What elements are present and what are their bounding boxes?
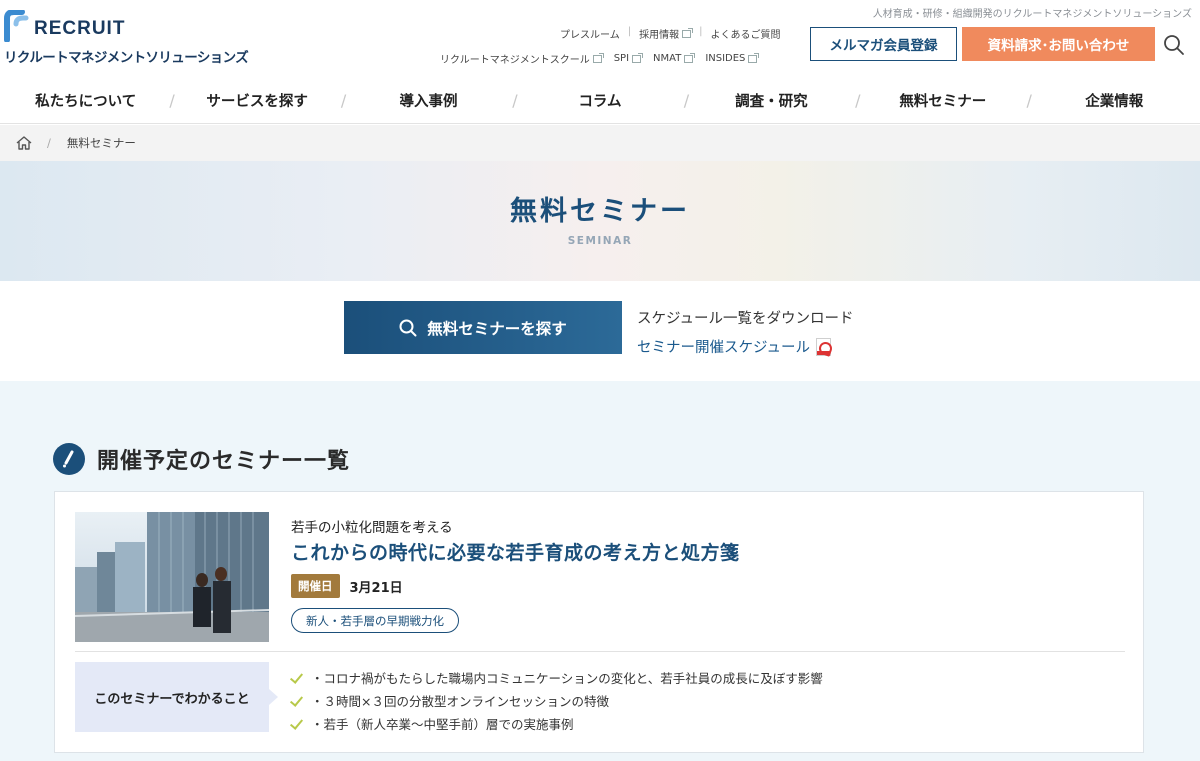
- learning-points: ・コロナ禍がもたらした職場内コミュニケーションの変化と、若手社員の成長に及ぼす影…: [289, 666, 823, 735]
- nav-item-company[interactable]: 企業情報: [1029, 90, 1200, 111]
- check-icon: [289, 716, 305, 732]
- seminar-date: 3月21日: [349, 580, 403, 596]
- util-divider: |: [627, 26, 632, 37]
- util-link-insides-label: INSIDES: [705, 53, 746, 64]
- site-header: RECRUIT リクルートマネジメントソリューションズ 人材育成・研修・組織開発…: [0, 0, 1200, 78]
- nav-item-research[interactable]: 調査・研究: [686, 90, 857, 111]
- external-link-icon: [682, 27, 694, 38]
- utility-links-secondary: リクルートマネジメントスクール SPI NMAT INSIDES: [440, 51, 769, 66]
- list-item: ・３時間×３回の分散型オンラインセッションの特徴: [289, 689, 823, 712]
- global-nav: 私たちについて / サービスを探す / 導入事例 / コラム / 調査・研究 /…: [0, 78, 1200, 124]
- section-title: 開催予定のセミナー一覧: [97, 449, 351, 474]
- recruit-logo[interactable]: RECRUIT リクルートマネジメントソリューションズ: [4, 10, 249, 66]
- util-link-recruit-label: 採用情報: [639, 30, 680, 41]
- seminar-date-row: 開催日 3月21日: [291, 574, 403, 598]
- util-link-press-label: プレスルーム: [560, 30, 620, 41]
- seminar-list-section: 開催予定のセミナー一覧 若手の小粒化問題を考える これからの時代に必要な若手育成…: [0, 381, 1200, 761]
- pdf-icon: [815, 337, 831, 356]
- nav-item-cases[interactable]: 導入事例: [343, 90, 514, 111]
- site-tagline: 人材育成・研修・組織開発のリクルートマネジメントソリューションズ: [872, 9, 1192, 20]
- schedule-pdf-link-text: セミナー開催スケジュール: [637, 340, 810, 356]
- breadcrumb-current: 無料セミナー: [66, 136, 136, 150]
- external-link-icon: [632, 52, 644, 63]
- util-link-faq-label: よくあるご質問: [710, 30, 781, 41]
- search-icon: [399, 319, 417, 336]
- util-link-spi[interactable]: SPI: [613, 51, 644, 66]
- page-title: 無料セミナー: [510, 196, 690, 227]
- learn-label-box: このセミナーでわかること: [75, 662, 278, 732]
- learning-point-text: ・コロナ禍がもたらした職場内コミュニケーションの変化と、若手社員の成長に及ぼす影…: [311, 671, 823, 686]
- util-link-school-label: リクルートマネジメントスクール: [440, 55, 590, 66]
- util-link-spi-label: SPI: [613, 53, 630, 64]
- external-link-icon: [748, 52, 760, 63]
- nav-item-seminar[interactable]: 無料セミナー: [857, 90, 1028, 111]
- check-icon: [289, 693, 305, 709]
- schedule-pdf-link[interactable]: セミナー開催スケジュール: [637, 336, 831, 357]
- search-icon[interactable]: [1163, 34, 1185, 56]
- util-link-press[interactable]: プレスルーム: [560, 26, 620, 41]
- logo-mark-icon: [4, 10, 29, 42]
- find-seminar-label: 無料セミナーを探す: [427, 319, 567, 338]
- logo-top: RECRUIT: [4, 10, 125, 42]
- list-item: ・コロナ禍がもたらした職場内コミュニケーションの変化と、若手社員の成長に及ぼす影…: [289, 666, 823, 689]
- seminar-category-tag[interactable]: 新人・若手層の早期戦力化: [291, 608, 459, 633]
- nav-item-about[interactable]: 私たちについて: [0, 90, 171, 111]
- util-link-recruit[interactable]: 採用情報: [639, 26, 694, 41]
- util-link-school[interactable]: リクルートマネジメントスクール: [440, 51, 604, 66]
- page-hero: 無料セミナー SEMINAR: [0, 161, 1200, 281]
- util-link-insides[interactable]: INSIDES: [705, 51, 760, 66]
- section-heading: 開催予定のセミナー一覧: [53, 443, 350, 475]
- utility-links-primary: プレスルーム | 採用情報 | よくあるご質問: [560, 26, 780, 41]
- pen-icon: [53, 443, 85, 475]
- util-divider: |: [699, 26, 703, 37]
- external-link-icon: [592, 52, 604, 63]
- logo-wordmark: RECRUIT: [34, 18, 126, 39]
- card-divider: [75, 651, 1125, 652]
- nav-item-column[interactable]: コラム: [514, 90, 685, 111]
- schedule-download-label: スケジュール一覧をダウンロード: [637, 311, 854, 327]
- seminar-card[interactable]: 若手の小粒化問題を考える これからの時代に必要な若手育成の考え方と処方箋 開催日…: [54, 491, 1144, 753]
- newsletter-signup-button[interactable]: メルマガ会員登録: [810, 27, 957, 61]
- nav-item-services[interactable]: サービスを探す: [171, 90, 342, 111]
- external-link-icon: [684, 52, 696, 63]
- check-icon: [289, 670, 305, 686]
- list-item: ・若手（新人卒業～中堅手前）層での実施事例: [289, 712, 823, 735]
- seminar-lead: 若手の小粒化問題を考える: [291, 520, 453, 536]
- learning-point-text: ・３時間×３回の分散型オンラインセッションの特徴: [311, 694, 609, 709]
- logo-company-name: リクルートマネジメントソリューションズ: [4, 50, 249, 66]
- contact-request-button[interactable]: 資料請求･お問い合わせ: [962, 27, 1155, 61]
- seminar-thumbnail[interactable]: [75, 512, 269, 642]
- home-icon[interactable]: [15, 135, 33, 151]
- seminar-search-band: 無料セミナーを探す スケジュール一覧をダウンロード セミナー開催スケジュール: [0, 281, 1200, 381]
- find-seminar-button[interactable]: 無料セミナーを探す: [344, 301, 622, 354]
- util-link-nmat-label: NMAT: [653, 53, 682, 64]
- util-link-faq[interactable]: よくあるご質問: [710, 26, 780, 41]
- breadcrumb-divider: /: [47, 136, 51, 150]
- page-subtitle: SEMINAR: [567, 235, 633, 247]
- office-buildings-image: [75, 512, 269, 642]
- date-badge: 開催日: [291, 574, 340, 598]
- breadcrumb: / 無料セミナー: [0, 125, 1200, 161]
- util-link-nmat[interactable]: NMAT: [653, 51, 696, 66]
- seminar-title-link[interactable]: これからの時代に必要な若手育成の考え方と処方箋: [291, 538, 740, 565]
- learning-point-text: ・若手（新人卒業～中堅手前）層での実施事例: [311, 717, 574, 732]
